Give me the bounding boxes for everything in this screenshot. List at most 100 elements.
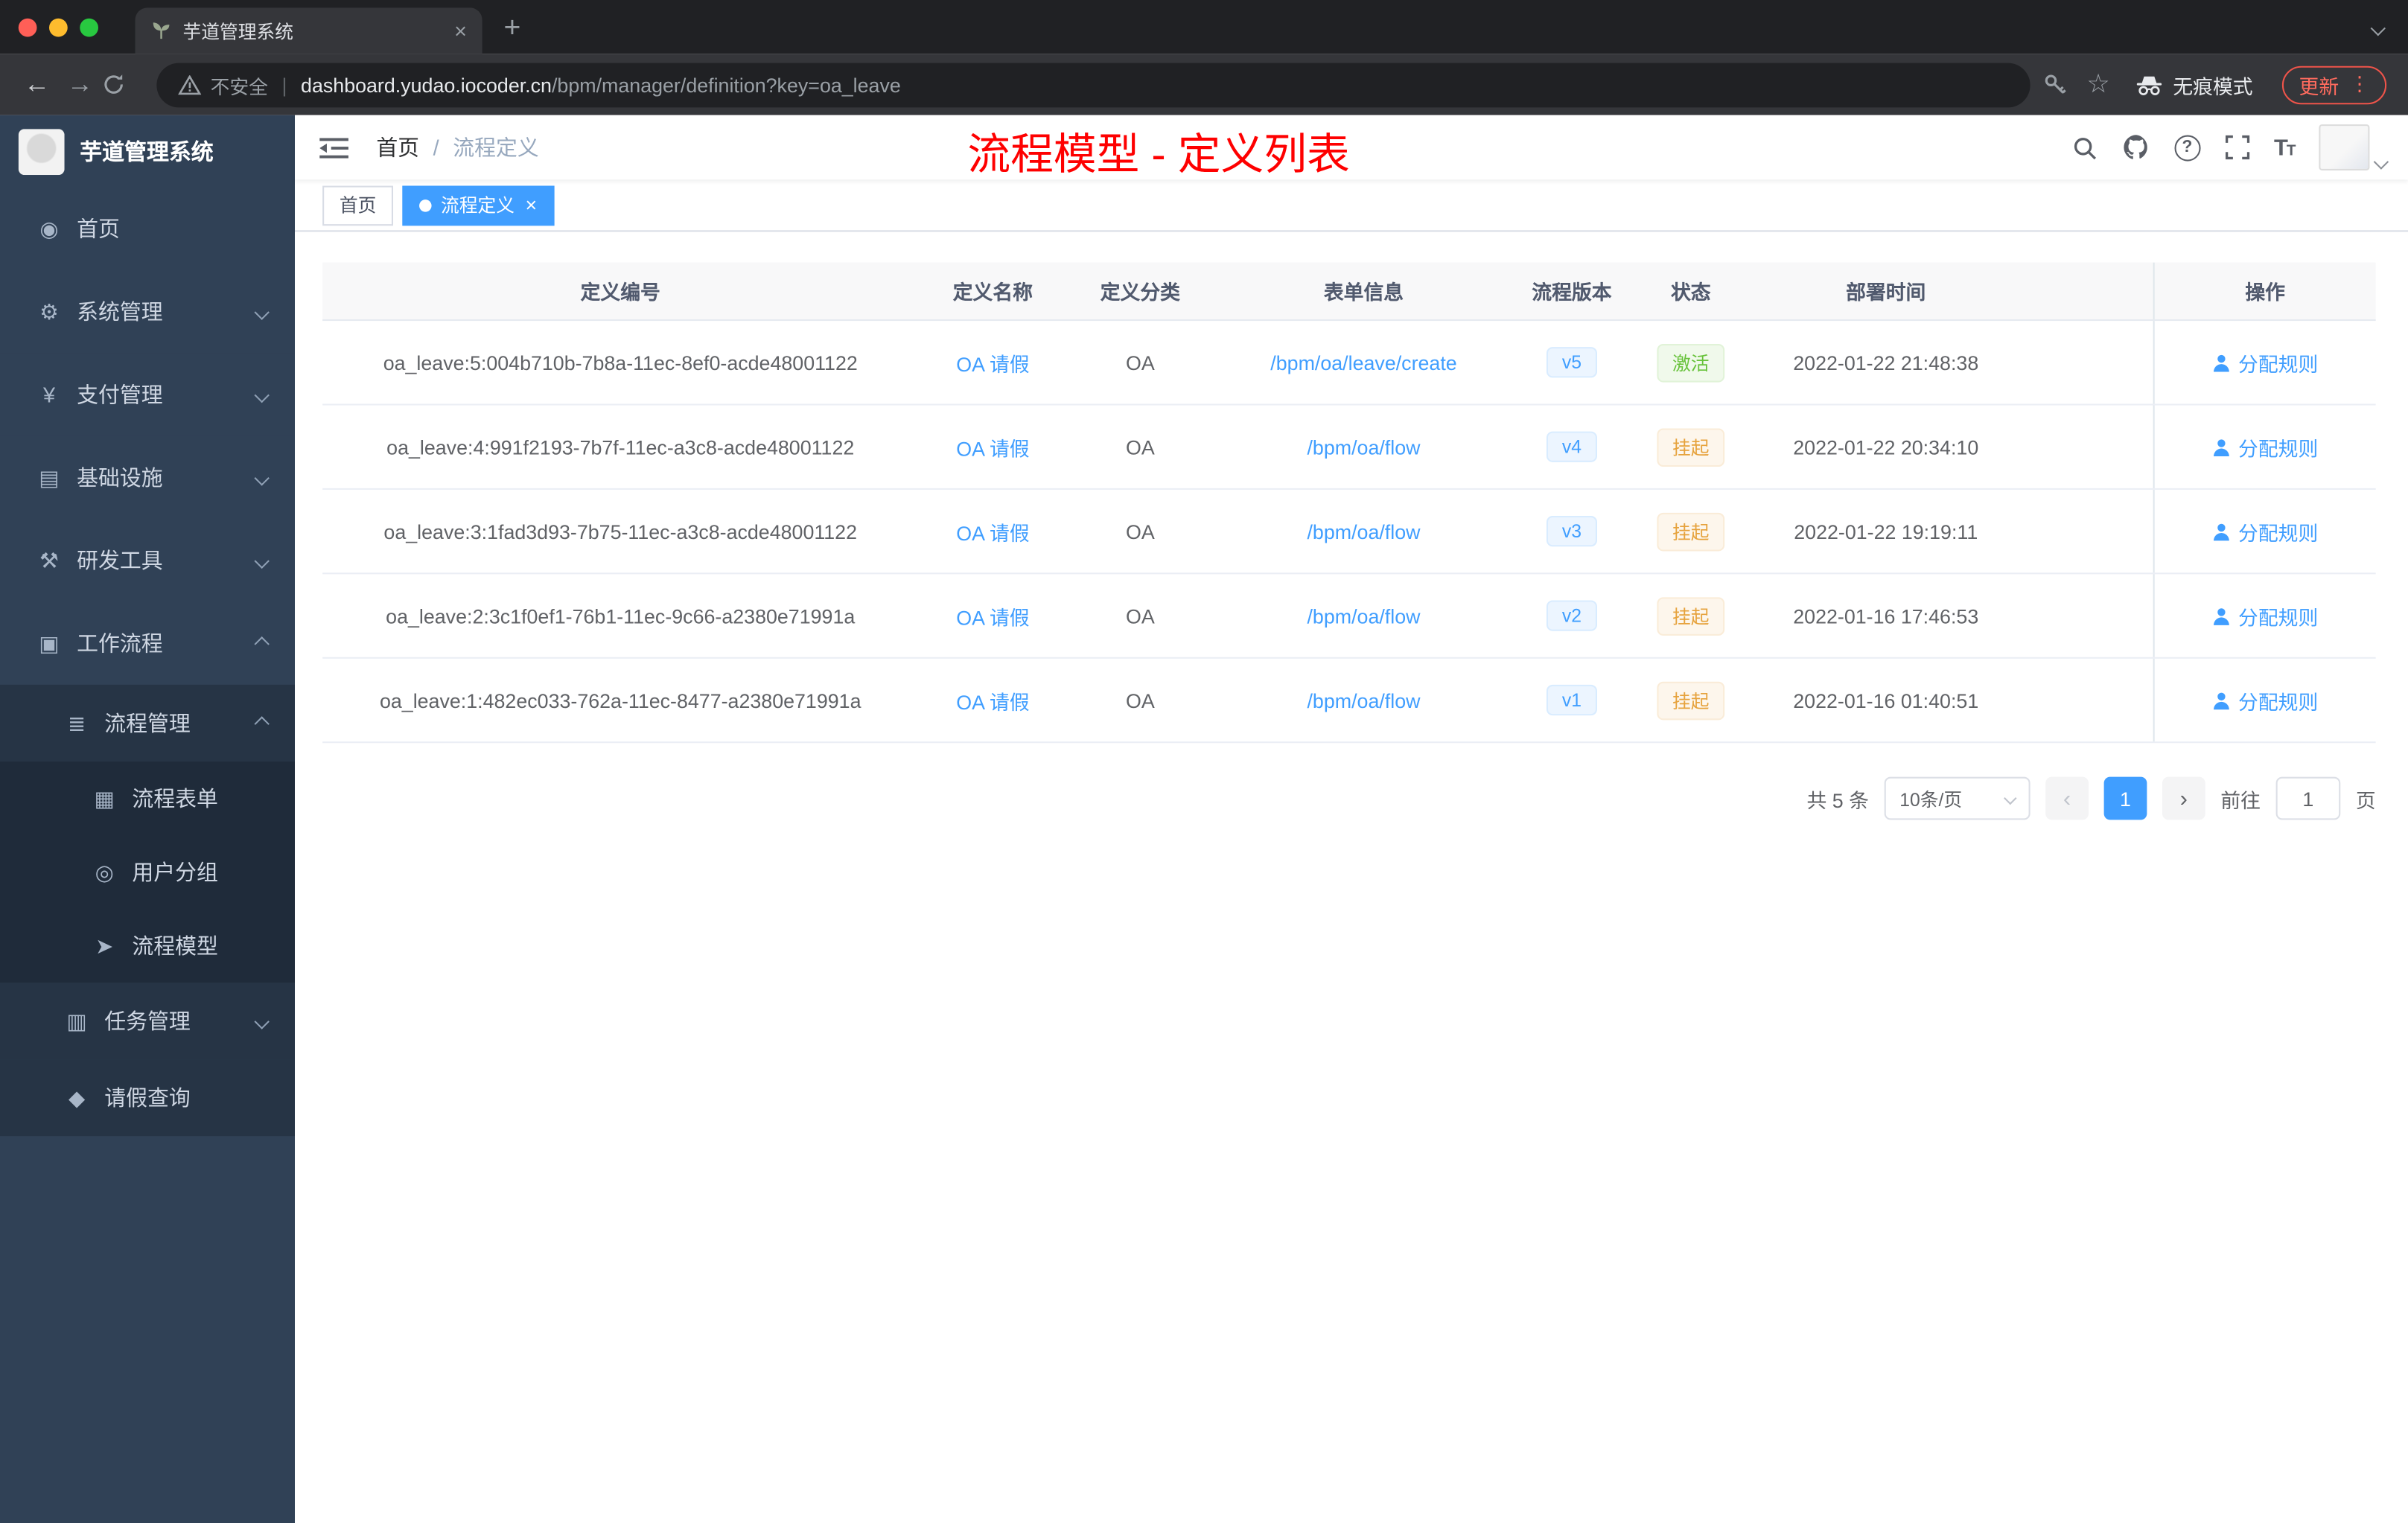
sidebar-item-process-form[interactable]: ▦ 流程表单 xyxy=(0,762,295,835)
page-annotation: 流程模型 - 定义列表 xyxy=(967,130,1350,179)
sidebar-item-workflow[interactable]: ▣ 工作流程 xyxy=(0,601,295,685)
sidebar-item-user-group[interactable]: ◎ 用户分组 xyxy=(0,835,295,909)
submenu-chevron-icon xyxy=(254,470,270,485)
url-separator: | xyxy=(281,72,287,96)
refresh-button[interactable] xyxy=(101,72,144,97)
bookmark-star-icon[interactable]: ☆ xyxy=(2086,69,2109,100)
fullscreen-icon[interactable] xyxy=(2225,135,2249,160)
assign-rule-button[interactable]: 分配规则 xyxy=(2212,348,2318,377)
address-bar[interactable]: 不安全 | dashboard.yudao.iocoder.cn /bpm/ma… xyxy=(156,62,2030,107)
browser-toolbar: ← → 不安全 | dashboard.yudao.iocoder.cn /bp… xyxy=(0,54,2408,115)
sidebar-item-payment-management[interactable]: ¥ 支付管理 xyxy=(0,353,295,436)
process-list-icon: ≣ xyxy=(68,709,86,735)
definition-id: oa_leave:2:3c1f0ef1-76b1-11ec-9c66-a2380… xyxy=(386,604,856,628)
collapse-sidebar-icon[interactable] xyxy=(319,136,348,159)
forward-button[interactable]: → xyxy=(58,69,101,100)
submenu-chevron-icon xyxy=(254,1013,270,1029)
form-info-link[interactable]: /bpm/oa/flow xyxy=(1307,689,1420,712)
tags-view: 首页 流程定义 × xyxy=(295,179,2408,232)
page-size-select[interactable]: 10条/页 xyxy=(1884,776,2030,820)
column-header: 状态 xyxy=(1670,281,1711,304)
assign-rule-button[interactable]: 分配规则 xyxy=(2212,686,2318,715)
next-page-button[interactable]: › xyxy=(2162,776,2205,820)
app-title: 芋道管理系统 xyxy=(80,141,214,166)
search-icon[interactable] xyxy=(2071,134,2098,160)
form-info-link[interactable]: /bpm/oa/flow xyxy=(1307,604,1420,628)
font-size-icon[interactable]: TT xyxy=(2274,134,2296,160)
prev-page-button[interactable]: ‹ xyxy=(2045,776,2089,820)
definition-name-link[interactable]: OA 请假 xyxy=(956,606,1029,629)
form-info-link[interactable]: /bpm/oa/flow xyxy=(1307,435,1420,459)
definition-name-link[interactable]: OA 请假 xyxy=(956,437,1029,460)
column-header: 定义名称 xyxy=(952,281,1033,304)
form-icon: ▦ xyxy=(94,785,115,810)
sidebar-item-process-management[interactable]: ≣ 流程管理 xyxy=(0,684,295,762)
table-header: 定义编号 定义名称 定义分类 表单信息 流程版本 状态 部署时间 操作 xyxy=(322,262,2376,322)
screen: 芋道管理系统 × + ← → 不安全 | dashboard.yudao.ioc… xyxy=(0,0,2408,1523)
breadcrumb-home[interactable]: 首页 xyxy=(376,132,419,162)
url-path: /bpm/manager/definition?key=oa_leave xyxy=(551,72,901,96)
breadcrumb-current: 流程定义 xyxy=(453,135,539,160)
back-button[interactable]: ← xyxy=(16,69,59,100)
key-icon[interactable] xyxy=(2042,72,2067,97)
status-badge: 挂起 xyxy=(1657,596,1725,635)
person-icon: ◆ xyxy=(69,1085,86,1110)
github-icon[interactable] xyxy=(2122,133,2150,161)
tab-search-chevron-icon[interactable] xyxy=(2370,20,2386,36)
sidebar-item-process-model[interactable]: ➤ 流程模型 xyxy=(0,909,295,983)
sidebar-item-leave-query[interactable]: ◆ 请假查询 xyxy=(0,1059,295,1137)
user-icon xyxy=(2214,692,2230,709)
task-icon: ▥ xyxy=(66,1008,87,1033)
definition-category: OA xyxy=(1126,689,1155,712)
tab-title: 芋道管理系统 xyxy=(182,20,293,42)
paper-plane-icon: ➤ xyxy=(95,932,114,957)
browser-tab[interactable]: 芋道管理系统 × xyxy=(135,7,482,54)
user-menu[interactable] xyxy=(2319,124,2389,170)
definition-category: OA xyxy=(1126,520,1155,543)
form-info-link[interactable]: /bpm/oa/leave/create xyxy=(1270,351,1456,374)
status-badge: 挂起 xyxy=(1657,427,1725,466)
page-unit-label: 页 xyxy=(2355,788,2376,812)
tab-close-icon[interactable]: × xyxy=(454,19,467,43)
tab-favicon-icon xyxy=(150,20,172,42)
app-logo[interactable]: 芋道管理系统 xyxy=(0,115,295,188)
user-icon xyxy=(2214,438,2230,456)
definition-name-link[interactable]: OA 请假 xyxy=(956,690,1029,713)
sidebar: 芋道管理系统 ◉ 首页 ⚙ 系统管理 ¥ 支付管理 ▤ 基础设施 ⚒ 研发工具 … xyxy=(0,115,295,1523)
assign-rule-button[interactable]: 分配规则 xyxy=(2212,432,2318,462)
status-badge: 挂起 xyxy=(1657,680,1725,720)
assign-rule-button[interactable]: 分配规则 xyxy=(2212,517,2318,546)
tag-close-icon[interactable]: × xyxy=(525,194,537,217)
definition-name-link[interactable]: OA 请假 xyxy=(956,352,1029,375)
browser-menu-icon[interactable]: ⋮ xyxy=(2350,72,2370,97)
goto-page-input[interactable] xyxy=(2275,776,2341,820)
tag-home[interactable]: 首页 xyxy=(322,185,394,226)
tag-process-definition[interactable]: 流程定义 × xyxy=(402,185,554,226)
update-label: 更新 xyxy=(2299,74,2339,98)
assign-rule-button[interactable]: 分配规则 xyxy=(2212,601,2318,630)
sidebar-item-dev-tools[interactable]: ⚒ 研发工具 xyxy=(0,519,295,602)
help-icon[interactable]: ? xyxy=(2173,134,2200,161)
minimize-window-button[interactable] xyxy=(49,18,68,37)
close-window-button[interactable] xyxy=(18,18,37,37)
sidebar-item-infrastructure[interactable]: ▤ 基础设施 xyxy=(0,435,295,520)
zoom-window-button[interactable] xyxy=(80,18,98,37)
new-tab-button[interactable]: + xyxy=(504,13,521,46)
version-badge: v4 xyxy=(1547,431,1597,462)
workflow-icon: ▣ xyxy=(39,630,60,655)
sidebar-item-task-management[interactable]: ▥ 任务管理 xyxy=(0,983,295,1060)
security-label[interactable]: 不安全 xyxy=(211,70,268,99)
dashboard-icon: ◉ xyxy=(39,215,59,240)
current-page-button[interactable]: 1 xyxy=(2103,776,2147,820)
sidebar-item-home[interactable]: ◉ 首页 xyxy=(0,187,295,270)
sidebar-item-system-management[interactable]: ⚙ 系统管理 xyxy=(0,270,295,354)
submenu-chevron-icon xyxy=(254,304,270,319)
definition-category: OA xyxy=(1126,351,1155,374)
definition-name-link[interactable]: OA 请假 xyxy=(956,521,1029,544)
deploy-time: 2022-01-22 20:34:10 xyxy=(1793,435,1979,459)
browser-update-button[interactable]: 更新 ⋮ xyxy=(2281,65,2387,104)
version-badge: v1 xyxy=(1547,684,1597,716)
form-info-link[interactable]: /bpm/oa/flow xyxy=(1307,520,1420,543)
user-icon xyxy=(2214,523,2230,540)
page-size-value: 10条/页 xyxy=(1899,788,1963,810)
